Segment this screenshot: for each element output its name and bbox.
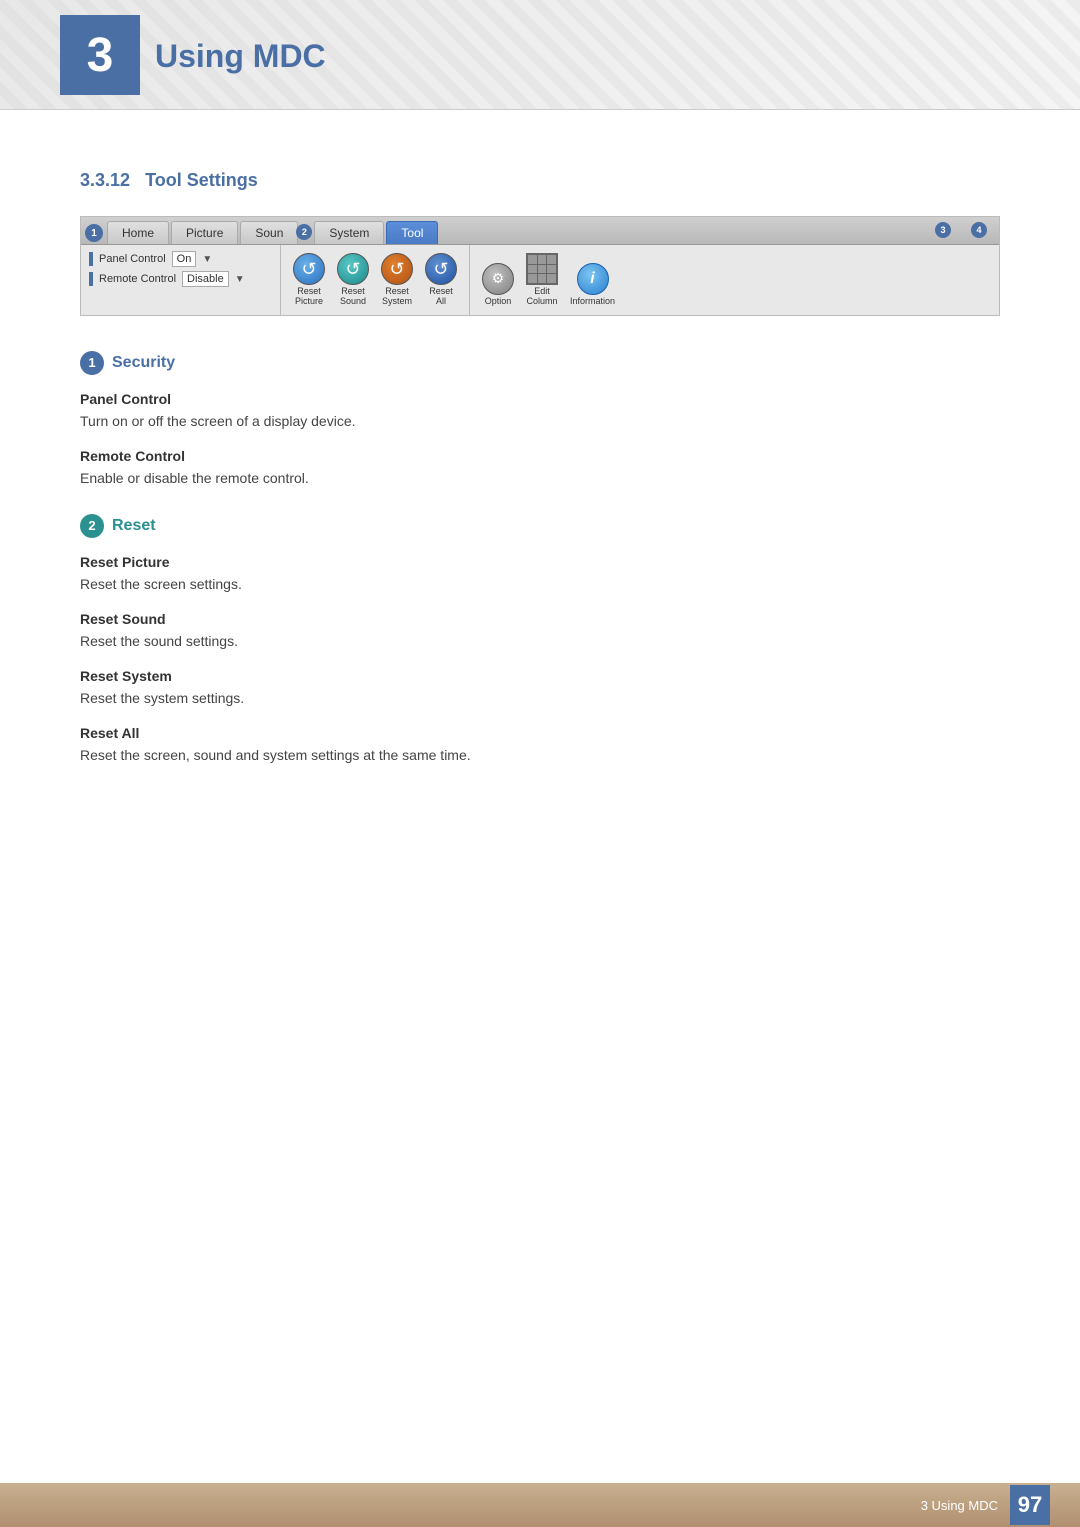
chapter-title: Using MDC (155, 38, 326, 75)
reset-system-glyph: ↺ (389, 259, 404, 280)
tab-sound[interactable]: Soun (240, 221, 298, 244)
tab-tool[interactable]: Tool (386, 221, 438, 244)
footer-text: 3 Using MDC (921, 1498, 998, 1513)
reset-badge: 2 (80, 514, 104, 538)
information-label: Information (570, 297, 615, 307)
reset-sound-label: ResetSound (340, 287, 366, 307)
option-icon: ⚙ (482, 263, 514, 295)
left-panel: Panel Control On ▼ Remote Control Disabl… (81, 245, 281, 315)
badge-3: 3 (935, 222, 951, 238)
security-title: Security (112, 354, 175, 372)
header-banner: 3 Using MDC (0, 0, 1080, 110)
reset-all-term: Reset All (80, 725, 1000, 741)
remote-control-value: Disable (182, 271, 229, 287)
reset-icon-group: ↺ ResetPicture ↺ ResetSound ↺ ResetSy (281, 245, 470, 315)
reset-sound-term: Reset Sound (80, 611, 1000, 627)
toolbar-body: Panel Control On ▼ Remote Control Disabl… (81, 245, 999, 315)
edit-column-icon (526, 253, 558, 285)
reset-picture-label: ResetPicture (295, 287, 323, 307)
security-badge: 1 (80, 351, 104, 375)
option-glyph: ⚙ (492, 270, 505, 287)
section-heading: 3.3.12 Tool Settings (80, 170, 1000, 191)
option-item[interactable]: ⚙ Option (478, 261, 518, 309)
remote-control-dropdown[interactable]: ▼ (235, 274, 245, 285)
badge-2: 2 (296, 224, 312, 240)
reset-section-title: 2 Reset (80, 514, 1000, 538)
remote-indicator (89, 272, 93, 286)
badge-1: 1 (85, 224, 103, 242)
chapter-box: 3 (60, 15, 140, 95)
reset-sound-desc: Reset the sound settings. (80, 631, 1000, 652)
panel-control-desc: Turn on or off the screen of a display d… (80, 411, 1000, 432)
edit-column-label: EditColumn (526, 287, 557, 307)
reset-system-label: ResetSystem (382, 287, 412, 307)
ui-screenshot-box: 1 Home Picture Soun 2 System Tool 3 4 Pa… (80, 216, 1000, 316)
reset-all-icon: ↺ (425, 253, 457, 285)
reset-sound-item[interactable]: ↺ ResetSound (333, 251, 373, 309)
other-icon-group: ⚙ Option EditColumn i Information (470, 245, 627, 315)
reset-sound-icon: ↺ (337, 253, 369, 285)
tab-home[interactable]: Home (107, 221, 169, 244)
security-section-title: 1 Security (80, 351, 1000, 375)
information-icon: i (577, 263, 609, 295)
badge-4: 4 (971, 222, 987, 238)
panel-control-term: Panel Control (80, 391, 1000, 407)
reset-picture-item[interactable]: ↺ ResetPicture (289, 251, 329, 309)
reset-all-desc: Reset the screen, sound and system setti… (80, 745, 1000, 766)
reset-picture-term: Reset Picture (80, 554, 1000, 570)
panel-control-row: Panel Control On ▼ (89, 251, 272, 267)
reset-system-icon: ↺ (381, 253, 413, 285)
tab-system[interactable]: System (314, 221, 384, 244)
reset-sound-glyph: ↺ (345, 259, 360, 280)
footer-page: 97 (1010, 1485, 1050, 1525)
remote-control-label: Remote Control (99, 273, 176, 285)
reset-system-desc: Reset the system settings. (80, 688, 1000, 709)
section-title: Tool Settings (145, 170, 258, 190)
panel-control-label: Panel Control (99, 253, 166, 265)
remote-control-row: Remote Control Disable ▼ (89, 271, 272, 287)
reset-system-term: Reset System (80, 668, 1000, 684)
reset-all-item[interactable]: ↺ ResetAll (421, 251, 461, 309)
chapter-number: 3 (87, 28, 114, 83)
panel-control-dropdown[interactable]: ▼ (202, 254, 212, 265)
remote-control-term: Remote Control (80, 448, 1000, 464)
reset-picture-glyph: ↺ (301, 259, 316, 280)
reset-title: Reset (112, 517, 156, 535)
information-item[interactable]: i Information (566, 261, 619, 309)
section-number: 3.3.12 (80, 170, 130, 190)
panel-control-value: On (172, 251, 197, 267)
footer: 3 Using MDC 97 (0, 1483, 1080, 1527)
reset-picture-icon: ↺ (293, 253, 325, 285)
tab-picture[interactable]: Picture (171, 221, 238, 244)
reset-all-label: ResetAll (429, 287, 453, 307)
option-label: Option (485, 297, 512, 307)
reset-system-item[interactable]: ↺ ResetSystem (377, 251, 417, 309)
reset-all-glyph: ↺ (433, 259, 448, 280)
panel-indicator (89, 252, 93, 266)
reset-picture-desc: Reset the screen settings. (80, 574, 1000, 595)
main-content: 3.3.12 Tool Settings 1 Home Picture Soun… (0, 110, 1080, 852)
edit-column-item[interactable]: EditColumn (522, 251, 562, 309)
remote-control-desc: Enable or disable the remote control. (80, 468, 1000, 489)
